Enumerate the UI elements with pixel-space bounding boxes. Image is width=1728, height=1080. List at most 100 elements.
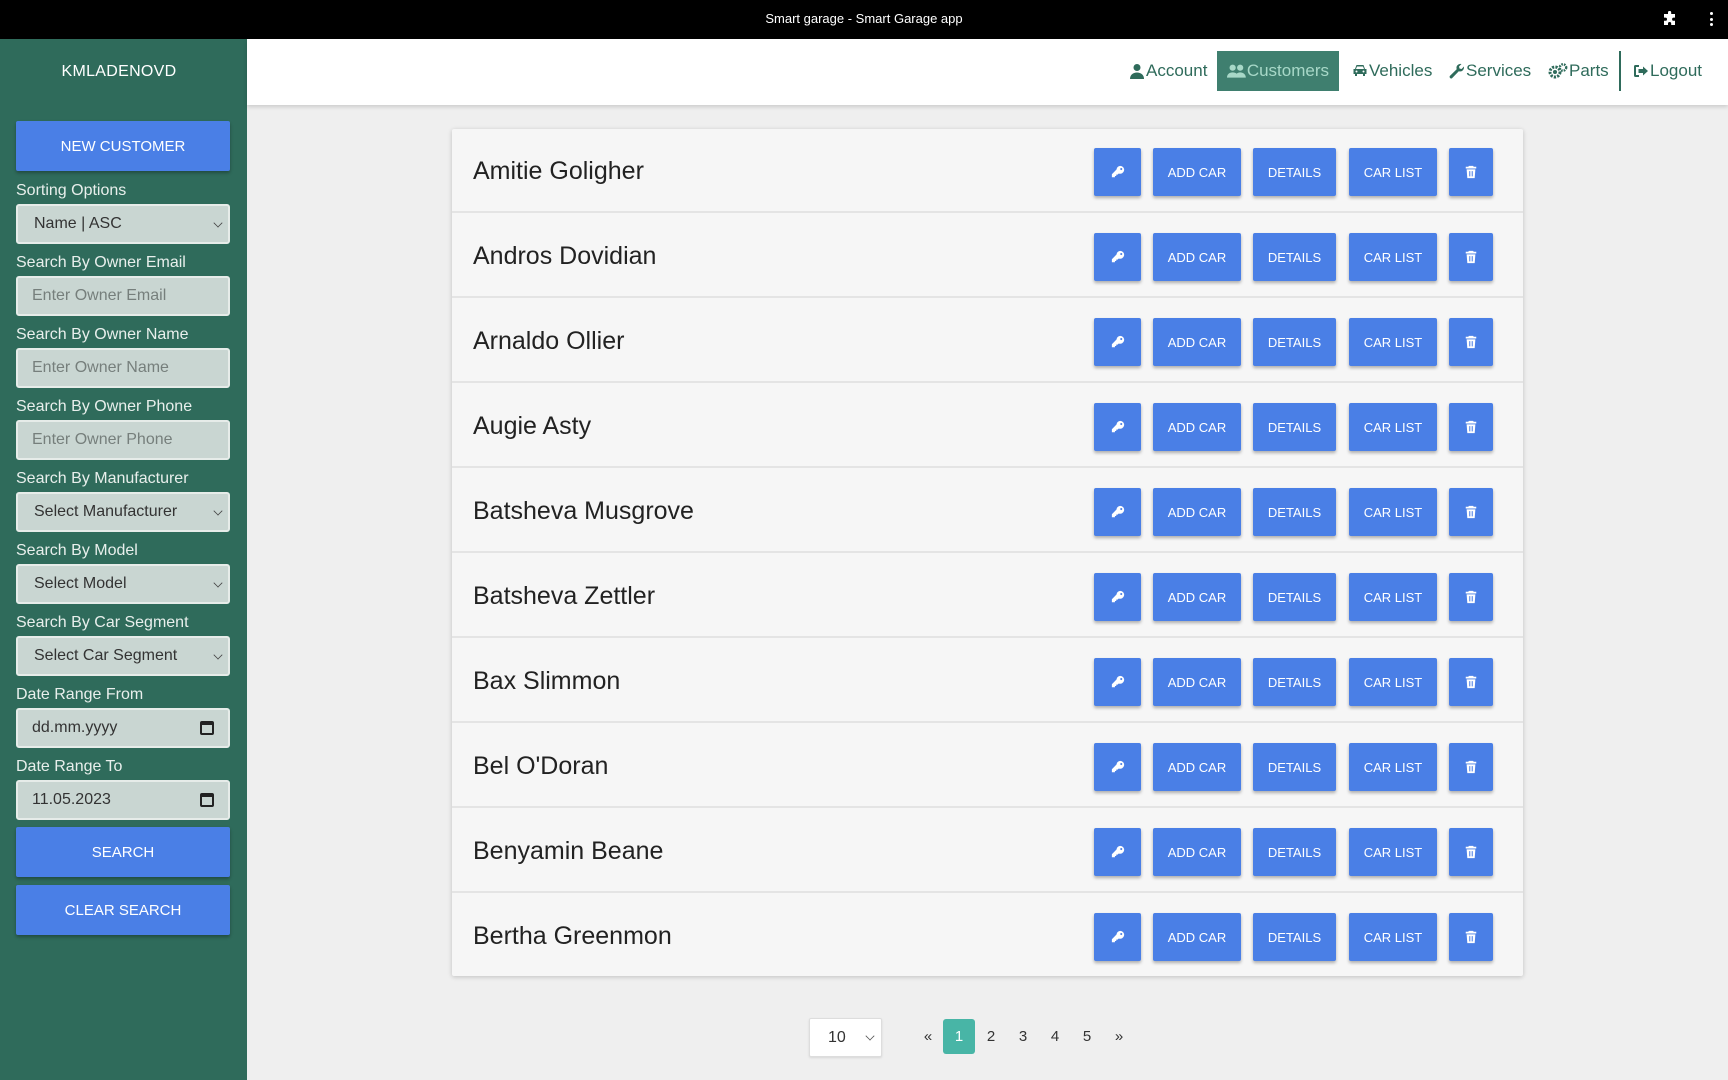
search-button[interactable]: SEARCH bbox=[16, 827, 230, 877]
sorting-select[interactable]: Name | ASC bbox=[16, 204, 230, 244]
nav-vehicles[interactable]: Vehicles bbox=[1342, 51, 1442, 91]
add-car-button[interactable]: ADD CAR bbox=[1153, 403, 1241, 451]
edit-customer-button[interactable] bbox=[1094, 743, 1141, 791]
customer-row: Augie Asty ADD CAR DETAILS CAR LIST bbox=[452, 384, 1523, 468]
edit-customer-button[interactable] bbox=[1094, 828, 1141, 876]
chevron-down-icon bbox=[213, 650, 223, 660]
details-button[interactable]: DETAILS bbox=[1253, 318, 1336, 366]
calendar-icon[interactable] bbox=[200, 793, 214, 807]
page-link-5[interactable]: 5 bbox=[1071, 1019, 1103, 1054]
page-size-select[interactable]: 10 bbox=[809, 1018, 882, 1057]
add-car-button[interactable]: ADD CAR bbox=[1153, 913, 1241, 961]
details-button[interactable]: DETAILS bbox=[1253, 488, 1336, 536]
delete-customer-button[interactable] bbox=[1449, 148, 1493, 196]
delete-customer-button[interactable] bbox=[1449, 233, 1493, 281]
edit-customer-button[interactable] bbox=[1094, 913, 1141, 961]
nav-account[interactable]: Account bbox=[1119, 51, 1217, 91]
car-list-button[interactable]: CAR LIST bbox=[1349, 828, 1437, 876]
trash-icon bbox=[1465, 845, 1477, 859]
add-car-button[interactable]: ADD CAR bbox=[1153, 828, 1241, 876]
delete-customer-button[interactable] bbox=[1449, 913, 1493, 961]
next-page-link[interactable]: » bbox=[1103, 1019, 1135, 1054]
delete-customer-button[interactable] bbox=[1449, 488, 1493, 536]
customer-name: Andros Dovidian bbox=[473, 242, 657, 270]
owner-phone-input[interactable]: Enter Owner Phone bbox=[16, 420, 230, 460]
car-list-button[interactable]: CAR LIST bbox=[1349, 318, 1437, 366]
details-button[interactable]: DETAILS bbox=[1253, 573, 1336, 621]
date-to-label: Date Range To bbox=[16, 758, 123, 775]
details-button[interactable]: DETAILS bbox=[1253, 658, 1336, 706]
nav-divider bbox=[1619, 51, 1621, 91]
delete-customer-button[interactable] bbox=[1449, 828, 1493, 876]
segment-select[interactable]: Select Car Segment bbox=[16, 636, 230, 676]
details-button[interactable]: DETAILS bbox=[1253, 828, 1336, 876]
key-icon bbox=[1111, 760, 1124, 773]
date-to-input[interactable]: 11.05.2023 bbox=[16, 780, 230, 820]
delete-customer-button[interactable] bbox=[1449, 658, 1493, 706]
car-list-button[interactable]: CAR LIST bbox=[1349, 658, 1437, 706]
car-list-button[interactable]: CAR LIST bbox=[1349, 743, 1437, 791]
puzzle-icon[interactable] bbox=[1662, 11, 1678, 27]
owner-email-label: Search By Owner Email bbox=[16, 254, 186, 271]
trash-icon bbox=[1465, 165, 1477, 179]
manufacturer-select[interactable]: Select Manufacturer bbox=[16, 492, 230, 532]
details-button[interactable]: DETAILS bbox=[1253, 403, 1336, 451]
add-car-button[interactable]: ADD CAR bbox=[1153, 658, 1241, 706]
edit-customer-button[interactable] bbox=[1094, 658, 1141, 706]
add-car-button[interactable]: ADD CAR bbox=[1153, 488, 1241, 536]
delete-customer-button[interactable] bbox=[1449, 743, 1493, 791]
car-list-button[interactable]: CAR LIST bbox=[1349, 148, 1437, 196]
new-customer-button[interactable]: NEW CUSTOMER bbox=[16, 121, 230, 171]
details-button[interactable]: DETAILS bbox=[1253, 233, 1336, 281]
date-from-input[interactable]: dd.mm.yyyy bbox=[16, 708, 230, 748]
page-link-3[interactable]: 3 bbox=[1007, 1019, 1039, 1054]
edit-customer-button[interactable] bbox=[1094, 148, 1141, 196]
sorting-value: Name | ASC bbox=[34, 215, 122, 232]
car-list-button[interactable]: CAR LIST bbox=[1349, 573, 1437, 621]
customer-row: Benyamin Beane ADD CAR DETAILS CAR LIST bbox=[452, 809, 1523, 893]
edit-customer-button[interactable] bbox=[1094, 318, 1141, 366]
kebab-menu-icon[interactable] bbox=[1708, 10, 1714, 28]
customer-name: Arnaldo Ollier bbox=[473, 327, 625, 355]
window-titlebar: Smart garage - Smart Garage app bbox=[0, 0, 1728, 39]
customer-name: Bax Slimmon bbox=[473, 667, 621, 695]
calendar-icon[interactable] bbox=[200, 721, 214, 735]
edit-customer-button[interactable] bbox=[1094, 403, 1141, 451]
date-from-label: Date Range From bbox=[16, 686, 144, 703]
details-button[interactable]: DETAILS bbox=[1253, 148, 1336, 196]
car-list-button[interactable]: CAR LIST bbox=[1349, 233, 1437, 281]
add-car-button[interactable]: ADD CAR bbox=[1153, 743, 1241, 791]
add-car-button[interactable]: ADD CAR bbox=[1153, 148, 1241, 196]
owner-email-input[interactable]: Enter Owner Email bbox=[16, 276, 230, 316]
page-link-1[interactable]: 1 bbox=[943, 1019, 975, 1054]
add-car-button[interactable]: ADD CAR bbox=[1153, 318, 1241, 366]
model-select[interactable]: Select Model bbox=[16, 564, 230, 604]
nav-parts[interactable]: Parts bbox=[1538, 51, 1619, 91]
car-list-button[interactable]: CAR LIST bbox=[1349, 913, 1437, 961]
nav-customers[interactable]: Customers bbox=[1217, 51, 1339, 91]
nav-services[interactable]: Services bbox=[1439, 51, 1541, 91]
add-car-button[interactable]: ADD CAR bbox=[1153, 233, 1241, 281]
delete-customer-button[interactable] bbox=[1449, 318, 1493, 366]
delete-customer-button[interactable] bbox=[1449, 403, 1493, 451]
car-list-button[interactable]: CAR LIST bbox=[1349, 488, 1437, 536]
delete-customer-button[interactable] bbox=[1449, 573, 1493, 621]
owner-name-input[interactable]: Enter Owner Name bbox=[16, 348, 230, 388]
car-list-button[interactable]: CAR LIST bbox=[1349, 403, 1437, 451]
details-button[interactable]: DETAILS bbox=[1253, 913, 1336, 961]
details-button[interactable]: DETAILS bbox=[1253, 743, 1336, 791]
page-link-4[interactable]: 4 bbox=[1039, 1019, 1071, 1054]
edit-customer-button[interactable] bbox=[1094, 488, 1141, 536]
edit-customer-button[interactable] bbox=[1094, 573, 1141, 621]
page-link-2[interactable]: 2 bbox=[975, 1019, 1007, 1054]
trash-icon bbox=[1465, 420, 1477, 434]
owner-phone-placeholder: Enter Owner Phone bbox=[32, 431, 173, 448]
key-icon bbox=[1111, 420, 1124, 433]
prev-page-link[interactable]: « bbox=[912, 1019, 944, 1054]
user-icon bbox=[1130, 64, 1144, 79]
edit-customer-button[interactable] bbox=[1094, 233, 1141, 281]
owner-name-label: Search By Owner Name bbox=[16, 326, 189, 343]
clear-search-button[interactable]: CLEAR SEARCH bbox=[16, 885, 230, 935]
add-car-button[interactable]: ADD CAR bbox=[1153, 573, 1241, 621]
nav-logout[interactable]: Logout bbox=[1623, 51, 1712, 91]
